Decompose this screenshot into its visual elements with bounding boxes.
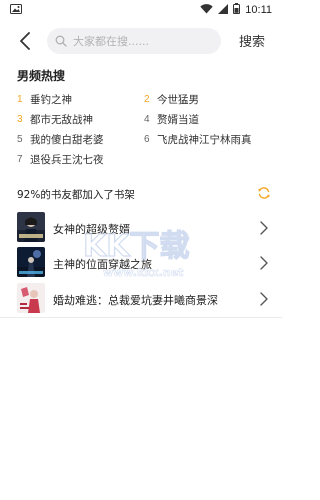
book-item[interactable]: 主神的位面穿越之旅 <box>17 247 269 281</box>
hot-search-item[interactable]: 1 垂钓之神 <box>17 92 72 106</box>
divider <box>0 317 282 318</box>
hot-rank: 6 <box>144 133 150 145</box>
hot-rank: 3 <box>17 113 23 125</box>
refresh-icon[interactable] <box>257 186 271 200</box>
hot-rank: 5 <box>17 133 23 145</box>
hot-search-item[interactable]: 6 飞虎战神江宁林雨真 <box>144 132 252 146</box>
hot-search-item[interactable]: 4 赘婿当道 <box>144 112 199 126</box>
battery-icon <box>233 3 241 17</box>
book-cover <box>17 247 45 277</box>
status-left <box>10 3 22 17</box>
hot-search-item[interactable]: 7 退役兵王沈七夜 <box>17 152 104 166</box>
gallery-notification-icon <box>10 3 22 17</box>
hot-search-item[interactable]: 2 今世猛男 <box>144 92 199 106</box>
hot-label: 今世猛男 <box>157 93 199 106</box>
book-title: 女神的超级赘婿 <box>53 223 130 236</box>
book-cover <box>17 212 45 242</box>
hot-rank: 7 <box>17 153 23 165</box>
hot-rank: 2 <box>144 93 150 105</box>
status-time: 10:11 <box>245 4 272 16</box>
search-button[interactable]: 搜索 <box>239 31 265 50</box>
book-title: 主神的位面穿越之旅 <box>53 258 152 271</box>
shelf-title: 92%的书友都加入了书架 <box>17 189 135 201</box>
search-input[interactable]: 大家都在搜...... <box>47 28 221 54</box>
chevron-right-icon <box>260 256 268 270</box>
hot-rank: 4 <box>144 113 150 125</box>
hot-label: 退役兵王沈七夜 <box>30 153 104 166</box>
book-cover <box>17 283 45 313</box>
shelf-header: 92%的书友都加入了书架 <box>17 186 271 202</box>
hot-search-title: 男频热搜 <box>17 69 66 83</box>
search-icon <box>55 35 67 47</box>
hot-label: 飞虎战神江宁林雨真 <box>157 133 252 146</box>
back-button[interactable] <box>14 28 36 54</box>
hot-label: 都市无敌战神 <box>30 113 93 126</box>
hot-label: 我的傻白甜老婆 <box>30 133 104 146</box>
hot-search-item[interactable]: 5 我的傻白甜老婆 <box>17 132 104 146</box>
hot-search-item[interactable]: 3 都市无敌战神 <box>17 112 93 126</box>
signal-icon <box>218 3 229 17</box>
book-item[interactable]: 女神的超级赘婿 <box>17 212 269 246</box>
search-header: 大家都在搜...... 搜索 <box>0 24 282 58</box>
hot-label: 垂钓之神 <box>30 93 72 106</box>
chevron-left-icon <box>20 32 30 50</box>
chevron-right-icon <box>260 292 268 306</box>
book-title: 婚劫难逃：总裁爱坑妻井曦商景深 <box>53 294 218 307</box>
status-right: 10:11 <box>200 3 272 17</box>
book-item[interactable]: 婚劫难逃：总裁爱坑妻井曦商景深 <box>17 283 269 317</box>
wifi-icon <box>200 3 213 17</box>
hot-label: 赘婿当道 <box>157 113 199 126</box>
status-bar: 10:11 <box>0 0 282 20</box>
search-placeholder: 大家都在搜...... <box>73 35 149 48</box>
hot-rank: 1 <box>17 93 23 105</box>
chevron-right-icon <box>260 221 268 235</box>
